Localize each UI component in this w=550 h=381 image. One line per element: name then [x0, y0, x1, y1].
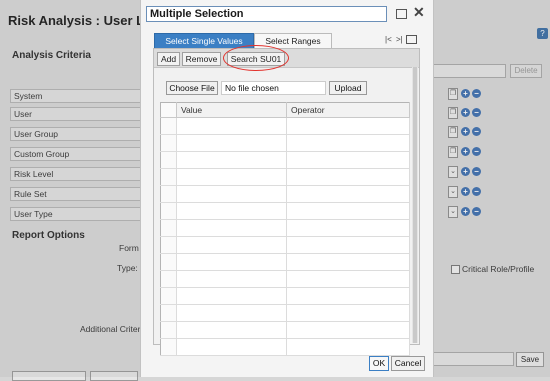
column-header-value: Value: [176, 102, 287, 118]
operator-cell[interactable]: [286, 151, 410, 169]
operator-cell[interactable]: [286, 168, 410, 186]
operator-cell[interactable]: [286, 287, 410, 305]
selection-panel: Add Remove Search SU01 Choose File No fi…: [153, 45, 420, 356]
row-selector[interactable]: [160, 287, 177, 305]
row-selector[interactable]: [160, 253, 177, 271]
table-row[interactable]: [160, 202, 410, 220]
table-row[interactable]: [160, 253, 410, 271]
highlight-circle: [223, 45, 289, 71]
operator-cell[interactable]: [286, 270, 410, 288]
value-cell[interactable]: [176, 287, 287, 305]
row-selector[interactable]: [160, 151, 177, 169]
table-row[interactable]: [160, 321, 410, 339]
row-selector[interactable]: [160, 202, 177, 220]
values-table: Value Operator: [160, 102, 410, 356]
operator-cell[interactable]: [286, 338, 410, 356]
folder-icon[interactable]: [406, 35, 417, 44]
remove-button[interactable]: Remove: [182, 52, 221, 66]
operator-cell[interactable]: [286, 253, 410, 271]
choose-file-button[interactable]: Choose File: [166, 81, 218, 95]
toolbar: Add Remove Search SU01: [154, 45, 419, 71]
operator-cell[interactable]: [286, 202, 410, 220]
table-row[interactable]: [160, 287, 410, 305]
row-selector[interactable]: [160, 134, 177, 152]
table-row[interactable]: [160, 270, 410, 288]
operator-cell[interactable]: [286, 117, 410, 135]
table-row[interactable]: [160, 134, 410, 152]
table-row[interactable]: [160, 151, 410, 169]
table-row[interactable]: [160, 185, 410, 203]
cancel-button[interactable]: Cancel: [391, 356, 425, 371]
row-selector[interactable]: [160, 321, 177, 339]
row-selector[interactable]: [160, 185, 177, 203]
column-header-operator: Operator: [286, 102, 410, 118]
operator-cell[interactable]: [286, 219, 410, 237]
operator-cell[interactable]: [286, 304, 410, 322]
table-row[interactable]: [160, 168, 410, 186]
table-row[interactable]: [160, 219, 410, 237]
add-button[interactable]: Add: [157, 52, 180, 66]
value-cell[interactable]: [176, 304, 287, 322]
value-cell[interactable]: [176, 185, 287, 203]
value-cell[interactable]: [176, 338, 287, 356]
value-cell[interactable]: [176, 117, 287, 135]
upload-button[interactable]: Upload: [329, 81, 367, 95]
value-cell[interactable]: [176, 236, 287, 254]
operator-cell[interactable]: [286, 236, 410, 254]
scrollbar-thumb[interactable]: [413, 67, 417, 343]
value-cell[interactable]: [176, 134, 287, 152]
value-cell[interactable]: [176, 168, 287, 186]
value-cell[interactable]: [176, 219, 287, 237]
value-cell[interactable]: [176, 270, 287, 288]
last-page-icon[interactable]: >|: [396, 35, 403, 44]
ok-button[interactable]: OK: [369, 356, 389, 371]
table-row[interactable]: [160, 236, 410, 254]
row-selector[interactable]: [160, 168, 177, 186]
row-selector[interactable]: [160, 270, 177, 288]
dialog-title: Multiple Selection: [146, 6, 387, 22]
row-selector[interactable]: [160, 236, 177, 254]
value-cell[interactable]: [176, 253, 287, 271]
table-row[interactable]: [160, 338, 410, 356]
multiple-selection-dialog: Multiple Selection ✕ Select Single Value…: [140, 0, 434, 377]
row-selector-header: [160, 102, 177, 118]
row-selector[interactable]: [160, 219, 177, 237]
first-page-icon[interactable]: |<: [385, 35, 392, 44]
value-cell[interactable]: [176, 202, 287, 220]
table-row[interactable]: [160, 117, 410, 135]
value-cell[interactable]: [176, 321, 287, 339]
operator-cell[interactable]: [286, 185, 410, 203]
operator-cell[interactable]: [286, 321, 410, 339]
row-selector[interactable]: [160, 338, 177, 356]
table-row[interactable]: [160, 304, 410, 322]
file-status: No file chosen: [221, 81, 326, 95]
value-cell[interactable]: [176, 151, 287, 169]
scrollbar[interactable]: [412, 67, 418, 343]
row-selector[interactable]: [160, 304, 177, 322]
row-selector[interactable]: [160, 117, 177, 135]
close-icon[interactable]: ✕: [413, 4, 425, 21]
maximize-icon[interactable]: [396, 9, 407, 19]
operator-cell[interactable]: [286, 134, 410, 152]
